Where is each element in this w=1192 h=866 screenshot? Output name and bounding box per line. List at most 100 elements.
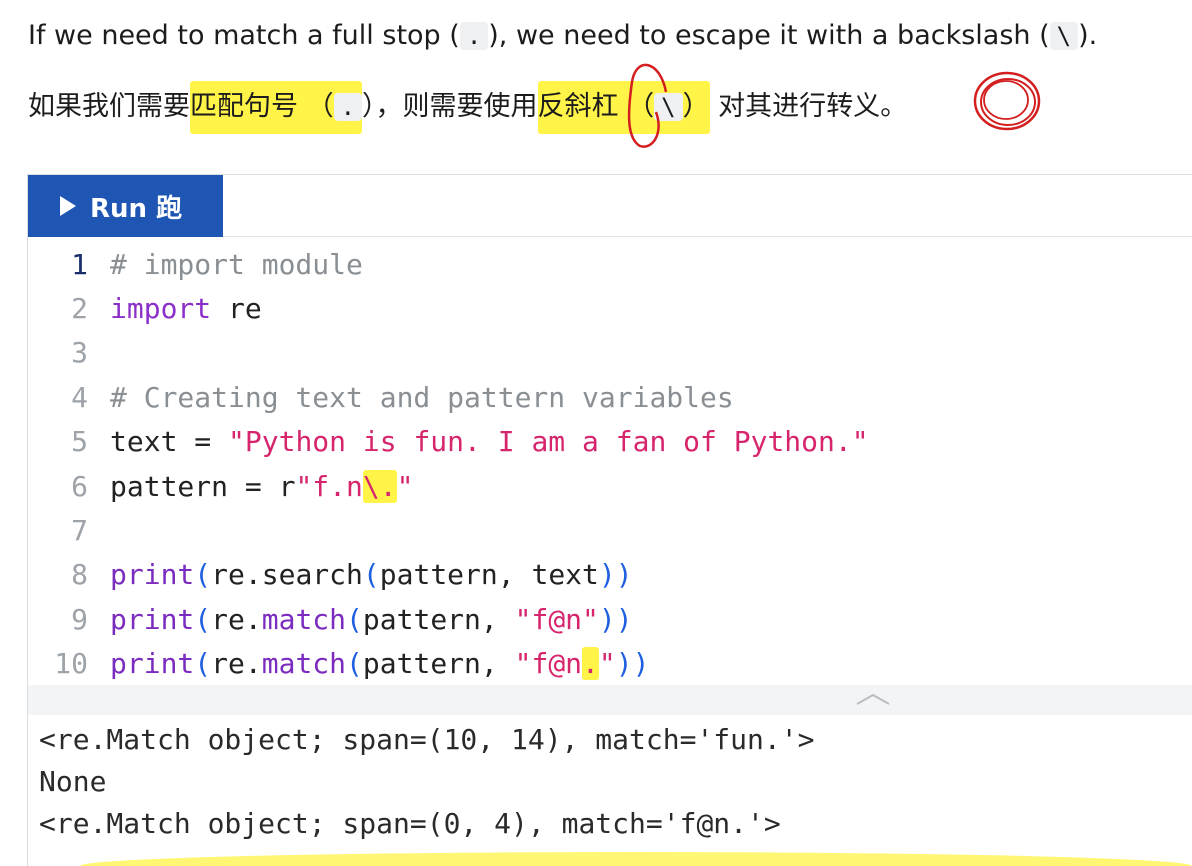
backslash-code: \ [1049, 22, 1079, 50]
code-token: re [211, 602, 245, 636]
code-line: 3 [28, 331, 1192, 375]
intro-zh-text-4: 。 [880, 91, 908, 122]
line-number: 6 [71, 469, 88, 503]
code-text: # import module [110, 248, 363, 281]
code-token: re [211, 647, 245, 681]
highlighted-token: \. [362, 469, 397, 503]
line-number: 5 [71, 425, 88, 459]
intro-en-text-3: ). [1078, 20, 1098, 51]
code-token: "f@n [514, 647, 583, 681]
code-token: "f@n" [514, 602, 599, 636]
intro-zh-text-3: 对其进行 [709, 91, 827, 122]
code-token: import [110, 291, 212, 325]
run-button[interactable]: Run 跑 [28, 175, 223, 237]
code-text: # Creating text and pattern variables [110, 381, 734, 414]
code-editor: Run 跑 1 # import module 2 import re 3 4 # Crea… [27, 174, 1192, 866]
output-line-3: <re.Match object; span=(0, 4), match='f@… [39, 807, 781, 840]
line-number: 3 [71, 336, 88, 370]
output-panel: <re.Match object; span=(10, 14), match='… [28, 685, 1192, 866]
run-button-label: Run 跑 [90, 193, 183, 224]
output-line-2: None [39, 765, 107, 798]
code-token: "f.n [295, 469, 363, 503]
intro-zh-highlight-2: 反斜杠 （ [537, 91, 655, 122]
code-token: pattern [110, 469, 229, 503]
code-token: re [211, 291, 262, 325]
code-token: text [110, 425, 178, 459]
code-token: search [261, 558, 363, 592]
output-divider-bar[interactable] [28, 685, 1192, 715]
code-line: 2 import re [28, 286, 1192, 330]
intro-zh-text-2: ），则需要使用 [362, 91, 538, 122]
line-number: 2 [71, 291, 88, 325]
code-line: 9 print(re.match(pattern, "f@n")) [28, 597, 1192, 641]
line-number: 4 [71, 380, 88, 414]
code-token: print [110, 558, 195, 592]
code-token: pattern, [362, 647, 515, 681]
output-line-1: <re.Match object; span=(10, 14), match='… [39, 723, 815, 756]
code-token: ( [194, 558, 212, 592]
code-text: import re [110, 292, 262, 325]
code-token: ( [194, 647, 212, 681]
code-token: print [110, 602, 195, 636]
line-number: 1 [71, 247, 88, 281]
code-token: = [228, 469, 279, 503]
zh-full-stop-code: . [333, 93, 363, 121]
intro-zh-highlight-2-end: ） [682, 91, 710, 122]
line-number: 10 [54, 647, 88, 681]
chevron-up-icon[interactable] [853, 689, 893, 709]
code-token: " [396, 469, 414, 503]
code-text: print(re.match(pattern, "f@n")) [110, 603, 633, 636]
editor-toolbar: Run 跑 [28, 175, 1192, 237]
code-token: ( [346, 647, 363, 681]
code-token: match [261, 602, 347, 636]
play-icon [60, 196, 76, 216]
intro-zh-text-1: 如果我们需要 [28, 91, 190, 122]
code-token: = [177, 425, 229, 459]
code-token: pattern, text [379, 558, 599, 592]
code-token: re [211, 558, 245, 592]
code-text: print(re.match(pattern, "f@n.")) [110, 647, 650, 681]
code-line: 10 print(re.match(pattern, "f@n.")) [28, 642, 1192, 686]
code-line: 8 print(re.search(pattern, text)) [28, 553, 1192, 597]
line-number: 9 [71, 602, 88, 636]
code-text: print(re.search(pattern, text)) [110, 558, 633, 591]
highlight-match-full-stop: 匹配句号 （. [190, 81, 363, 134]
code-token: )) [598, 602, 633, 636]
code-text: text = "Python is fun. I am a fan of Pyt… [110, 425, 869, 458]
highlighted-token: . [582, 647, 599, 681]
annotation-circle-mark [973, 71, 1041, 131]
code-token: # Creating text and pattern variables [110, 380, 734, 414]
code-line: 6 pattern = r"f.n\." [28, 464, 1192, 508]
code-token: pattern, [362, 602, 515, 636]
intro-zh-highlight-1: 匹配句号 （ [190, 91, 334, 122]
intro-chinese: 如果我们需要匹配句号 （. ），则需要使用反斜杠 （\） 对其进行转义。 [28, 81, 908, 134]
code-token: ( [194, 602, 212, 636]
intro-en-text-1: If we need to match a full stop ( [28, 20, 460, 51]
code-token: )) [615, 647, 650, 681]
code-token: match [261, 647, 347, 681]
code-token: "Python is fun. I am a fan of Python." [228, 425, 869, 459]
line-number: 8 [71, 558, 88, 592]
code-token: . [244, 602, 262, 636]
intro-english: If we need to match a full stop (.), we … [28, 20, 1097, 51]
highlight-backslash: 反斜杠 （\） [537, 81, 710, 134]
code-line: 4 # Creating text and pattern variables [28, 375, 1192, 419]
code-token: . [244, 647, 262, 681]
code-token: r [278, 469, 296, 503]
intro-zh-escape-word: 转义 [826, 91, 881, 122]
code-token: . [244, 558, 262, 592]
code-text: pattern = r"f.n\." [110, 469, 414, 503]
full-stop-code: . [459, 22, 489, 50]
code-token: # import module [110, 247, 363, 281]
code-area[interactable]: 1 # import module 2 import re 3 4 # Creating t… [28, 238, 1192, 685]
intro-en-text-2: ), we need to escape it with a backslash… [488, 20, 1050, 51]
code-token: ( [346, 602, 363, 636]
code-line: 7 [28, 508, 1192, 552]
line-number: 7 [71, 513, 88, 547]
code-token: print [110, 647, 195, 681]
zh-backslash-code: \ [654, 93, 683, 121]
code-token: " [598, 647, 616, 681]
code-line: 5 text = "Python is fun. I am a fan of Py… [28, 420, 1192, 464]
code-line: 1 # import module [28, 242, 1192, 286]
code-token: ( [362, 558, 380, 592]
